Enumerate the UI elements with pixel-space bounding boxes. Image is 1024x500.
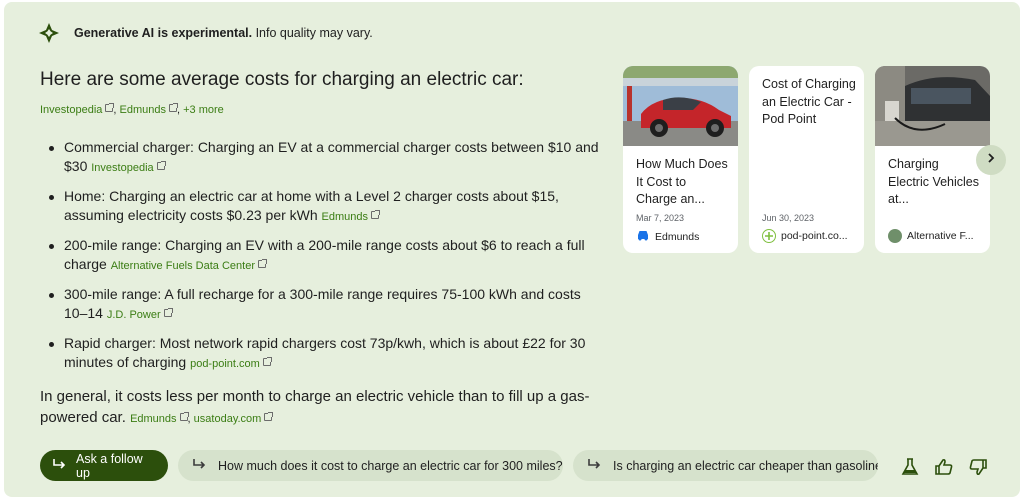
suggested-question-chip[interactable]: How much does it cost to charge an elect…: [178, 450, 563, 481]
reply-arrow-icon: [52, 458, 66, 473]
card-source: pod-point.co...: [762, 229, 848, 243]
pod-point-icon: [762, 229, 776, 243]
chevron-right-icon: [986, 151, 996, 169]
chip-label: Is charging an electric car cheaper than…: [613, 458, 878, 473]
labs-flask-icon[interactable]: [900, 457, 920, 477]
source-link[interactable]: pod-point.com: [190, 357, 272, 370]
feedback-actions: [900, 457, 988, 477]
card-thumbnail: [875, 66, 990, 146]
external-link-icon: [264, 412, 274, 421]
source-link-edmunds[interactable]: Edmunds: [120, 103, 178, 116]
next-cards-button[interactable]: [976, 145, 1006, 175]
source-link[interactable]: Investopedia: [91, 161, 166, 174]
source-link[interactable]: Edmunds: [322, 210, 381, 223]
thumbs-up-icon[interactable]: [934, 457, 954, 477]
answer-body: Here are some average costs for charging…: [40, 66, 600, 430]
summary-paragraph: In general, it costs less per month to c…: [40, 388, 590, 426]
source-card[interactable]: Cost of Charging an Electric Car - Pod P…: [749, 66, 864, 253]
external-link-icon: [169, 103, 178, 112]
thumbs-down-icon[interactable]: [968, 457, 988, 477]
list-item: Home: Charging an electric car at home w…: [40, 187, 600, 227]
external-link-icon: [371, 210, 381, 219]
ask-follow-up-label: Ask a follow up: [76, 451, 143, 480]
card-source: Edmunds: [636, 229, 699, 244]
card-date: Jun 30, 2023: [762, 213, 815, 223]
source-link-edmunds[interactable]: Edmunds: [130, 412, 189, 425]
card-source: Alternative F...: [888, 229, 974, 243]
source-card[interactable]: How Much Does It Cost to Charge an... Ma…: [623, 66, 738, 253]
reply-arrow-icon: [587, 458, 601, 473]
card-title: Cost of Charging an Electric Car - Pod P…: [762, 77, 856, 126]
external-link-icon: [179, 412, 189, 421]
cost-list: Commercial charger: Charging an EV at a …: [40, 138, 600, 374]
source-link-investopedia[interactable]: Investopedia: [40, 103, 115, 116]
list-item: Rapid charger: Most network rapid charge…: [40, 334, 600, 374]
list-item: 300-mile range: A full recharge for a 30…: [40, 285, 600, 325]
afdc-icon: [888, 229, 902, 243]
external-link-icon: [262, 357, 272, 366]
card-date: Mar 7, 2023: [636, 213, 685, 223]
external-link-icon: [105, 103, 115, 112]
ask-follow-up-button[interactable]: Ask a follow up: [40, 450, 168, 481]
heading-text: Here are some average costs for charging…: [40, 69, 524, 90]
experimental-notice: Generative AI is experimental. Info qual…: [38, 22, 373, 44]
card-title: Charging Electric Vehicles at...: [888, 157, 980, 206]
external-link-icon: [163, 308, 173, 317]
external-link-icon: [156, 161, 166, 170]
source-link[interactable]: J.D. Power: [107, 308, 173, 321]
card-title: How Much Does It Cost to Charge an...: [636, 157, 728, 206]
suggested-question-chip[interactable]: Is charging an electric car cheaper than…: [573, 450, 878, 481]
list-item: Commercial charger: Charging an EV at a …: [40, 138, 600, 178]
car-icon: [636, 229, 650, 244]
ai-overview-panel: Generative AI is experimental. Info qual…: [4, 2, 1020, 497]
list-item: 200-mile range: Charging an EV with a 20…: [40, 236, 600, 276]
source-card[interactable]: Charging Electric Vehicles at... Alterna…: [875, 66, 990, 253]
followup-bar: Ask a follow up How much does it cost to…: [40, 450, 878, 481]
external-link-icon: [258, 259, 267, 268]
source-link-usatoday[interactable]: usatoday.com: [194, 412, 274, 425]
card-thumbnail: [623, 66, 738, 146]
notice-text: Generative AI is experimental. Info qual…: [74, 26, 373, 40]
reply-arrow-icon: [192, 458, 206, 473]
chip-label: How much does it cost to charge an elect…: [218, 458, 563, 473]
sparkle-icon: [38, 22, 60, 44]
more-sources-link[interactable]: +3 more: [183, 104, 224, 116]
source-link[interactable]: Alternative Fuels Data Center: [111, 259, 267, 272]
answer-heading: Here are some average costs for charging…: [40, 69, 524, 116]
source-cards: How Much Does It Cost to Charge an... Ma…: [623, 66, 990, 253]
